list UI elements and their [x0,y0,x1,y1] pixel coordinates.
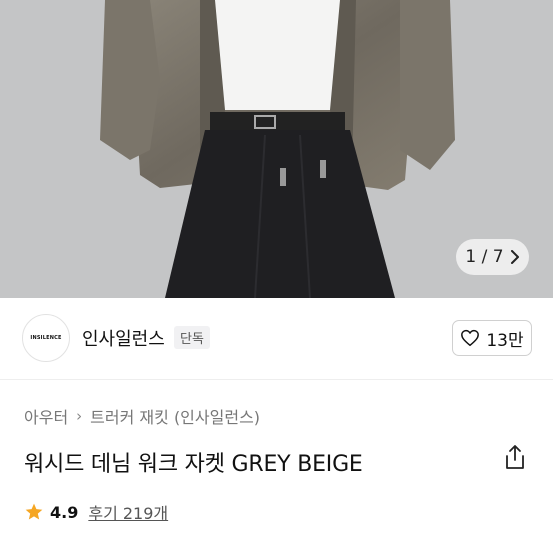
share-icon[interactable] [503,444,527,470]
breadcrumb-category[interactable]: 아우터 [24,404,68,428]
rating-row: 4.9 후기 219개 [24,500,168,524]
image-counter-text: 1 / 7 [465,247,504,267]
chevron-right-icon: › [76,407,83,425]
rating-value: 4.9 [50,502,79,522]
brand-name[interactable]: 인사일런스 [82,325,165,351]
breadcrumb-subcategory[interactable]: 트러커 재킷 (인사일런스) [90,404,260,428]
breadcrumb: 아우터 › 트러커 재킷 (인사일런스) [24,404,260,428]
star-icon [25,503,43,520]
like-button[interactable]: 13만 [452,320,532,356]
brand-logo-text: INSILENCE [30,335,62,341]
brand-logo[interactable]: INSILENCE [22,314,70,362]
review-count-link[interactable]: 후기 219개 [88,500,168,524]
image-counter[interactable]: 1 / 7 [456,239,529,275]
chevron-right-icon [510,250,519,264]
brand-row: INSILENCE 인사일런스 단독 13만 [0,298,553,380]
product-title: 워시드 데님 워크 자켓 GREY BEIGE [24,452,363,477]
heart-icon [461,329,480,347]
exclusive-badge: 단독 [174,326,210,349]
like-count: 13만 [486,330,524,351]
product-image[interactable]: 1 / 7 [0,0,553,298]
